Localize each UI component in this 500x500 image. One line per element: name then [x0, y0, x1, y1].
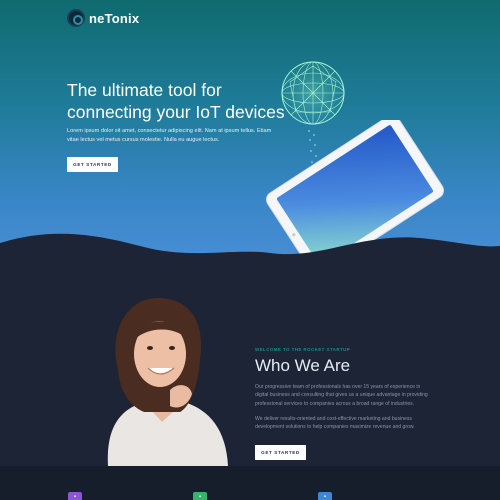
logo[interactable]: neTonix — [67, 9, 139, 27]
hero-description: Lorem ipsum dolor sit amet, consectetur … — [67, 128, 272, 143]
about-paragraph-2: We deliver results-oriented and cost-eff… — [255, 416, 415, 431]
features-strip: ▪ ▪ ▪ — [0, 466, 500, 500]
feature-icon-green: ▪ — [193, 492, 207, 500]
wave-divider — [0, 233, 500, 270]
hero-section: neTonix The ultimate tool for connecting… — [0, 0, 500, 270]
about-paragraph-1: Our progressive team of professionals ha… — [255, 384, 428, 407]
about-get-started-button[interactable]: GET STARTED — [255, 445, 306, 460]
woman-photo — [107, 298, 228, 466]
globe-illustration — [281, 61, 345, 125]
brand-name: neTonix — [89, 10, 140, 26]
section-title: Who We Are — [255, 356, 351, 375]
hero-title: The ultimate tool for connecting your Io… — [67, 80, 285, 122]
feature-icon-purple: ▪ — [68, 492, 82, 500]
feature-icon-blue: ▪ — [318, 492, 332, 500]
logo-icon — [67, 9, 85, 27]
hero-get-started-button[interactable]: GET STARTED — [67, 157, 118, 172]
who-we-are-section: WELCOME TO THE ROCKET STARTUP Who We Are… — [0, 270, 500, 466]
section-kicker: WELCOME TO THE ROCKET STARTUP — [255, 347, 351, 352]
